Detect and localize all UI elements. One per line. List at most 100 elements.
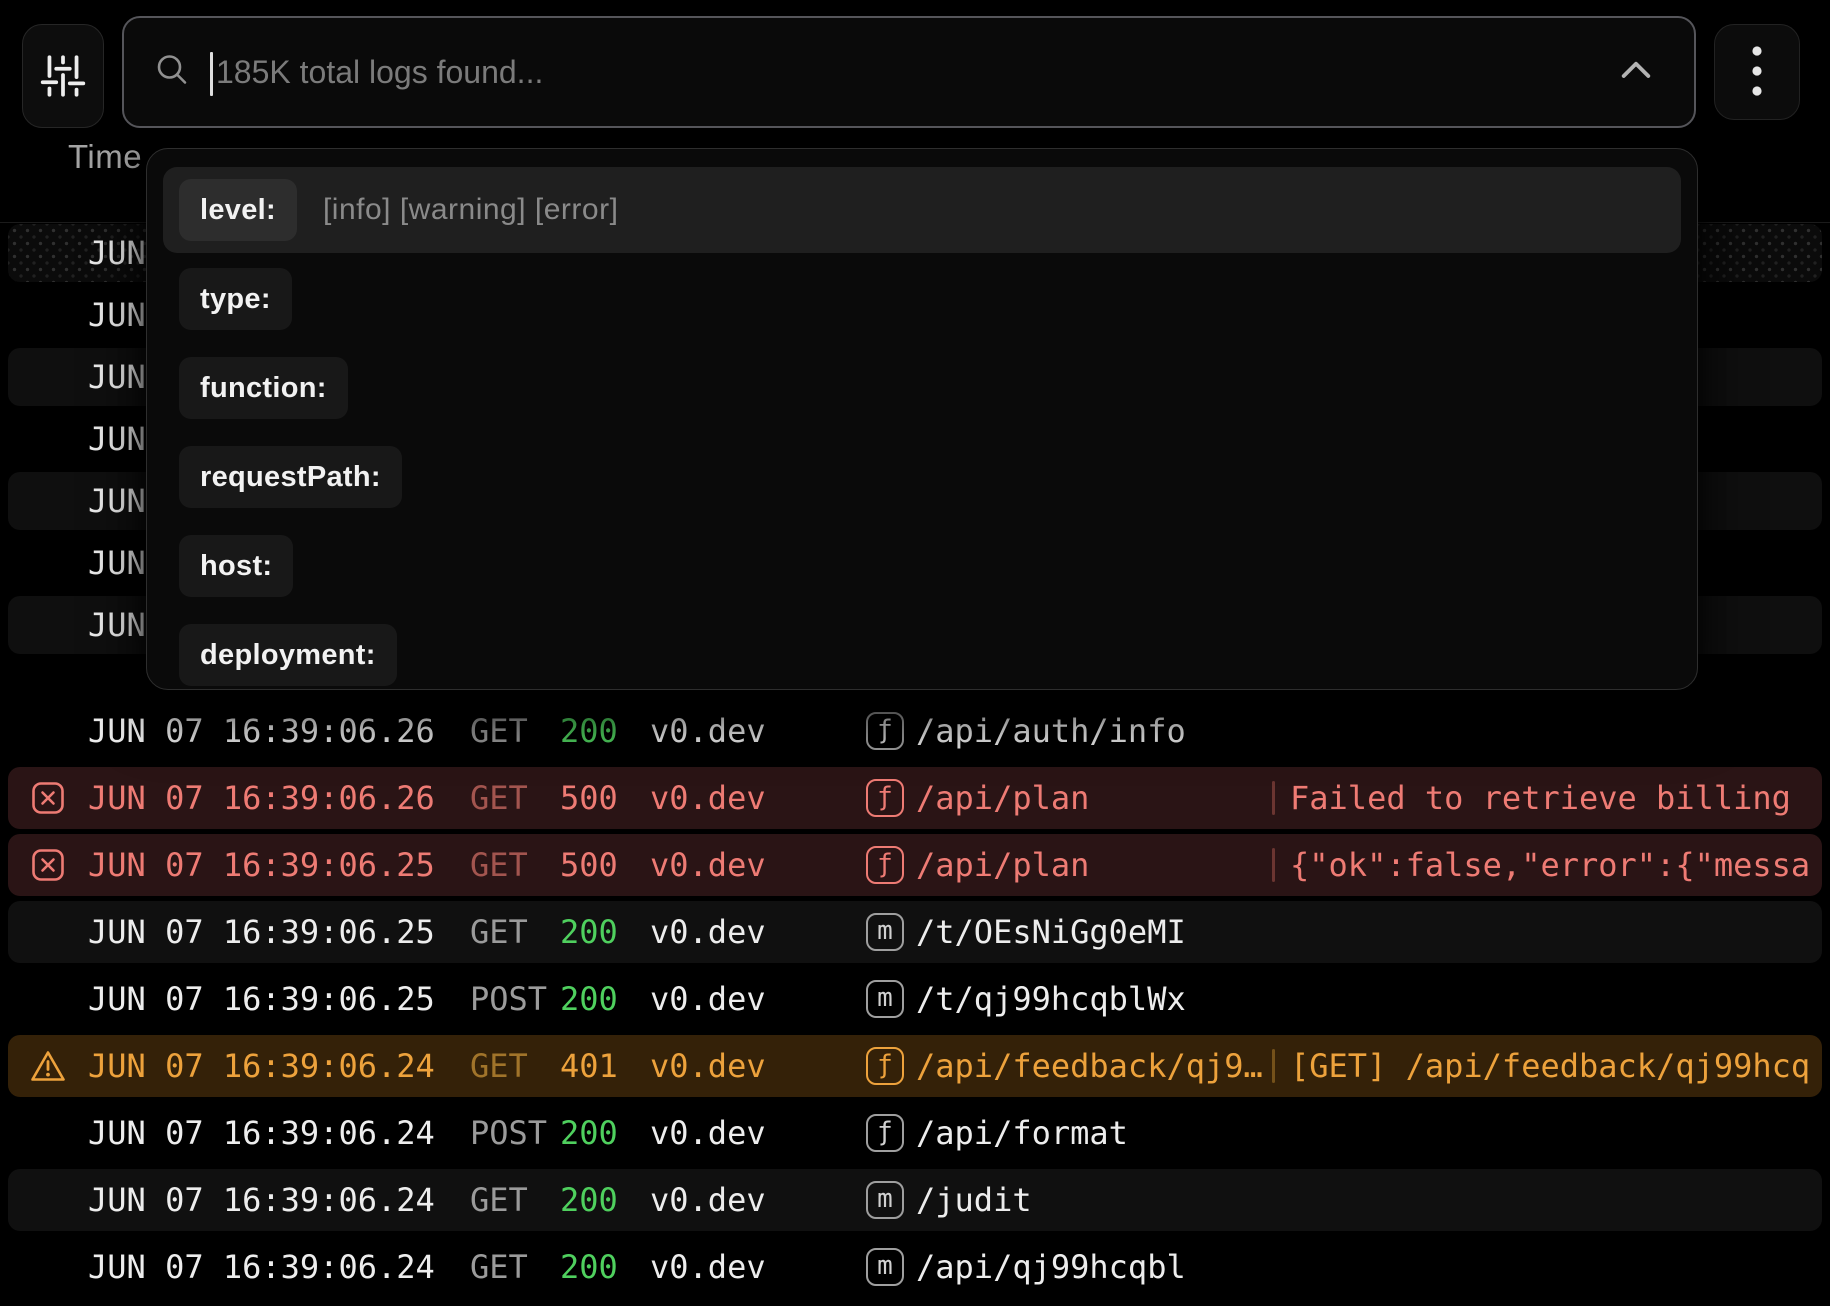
log-status: 401 [560, 1035, 618, 1097]
filter-suggestion-type[interactable]: type: [163, 256, 1681, 342]
source-glyph: ƒ [877, 1119, 893, 1145]
filter-button[interactable] [22, 24, 104, 128]
log-host: v0.dev [650, 1169, 766, 1231]
search-icon [154, 52, 190, 93]
log-request-path: /t/qj99hcqblWx [916, 968, 1186, 1030]
message-divider [1272, 848, 1275, 882]
filter-key-pill: requestPath: [179, 446, 402, 508]
filter-suggestion-requestPath[interactable]: requestPath: [163, 434, 1681, 520]
log-method: GET [470, 901, 528, 963]
log-request-path: /api/plan [916, 834, 1089, 896]
source-glyph: ƒ [877, 851, 893, 877]
source-glyph: m [877, 1186, 893, 1212]
log-timestamp: JUN 07 16:39:06.24 [88, 1169, 435, 1231]
source-glyph: m [877, 1253, 893, 1279]
filter-key-pill: function: [179, 357, 348, 419]
log-host: v0.dev [650, 767, 766, 829]
middleware-icon: m [866, 1248, 904, 1286]
middleware-icon: m [866, 913, 904, 951]
log-host: v0.dev [650, 1035, 766, 1097]
log-timestamp: JUN 07 16:39:06.26 [88, 700, 435, 762]
x-square-icon [30, 780, 66, 816]
log-row[interactable]: JUN 07 16:39:06.24POST200v0.devƒ/api/for… [8, 1102, 1822, 1164]
filter-suggestion-host[interactable]: host: [163, 523, 1681, 609]
log-request-path: /api/auth/info [916, 700, 1186, 762]
filter-suggestion-deployment[interactable]: deployment: [163, 612, 1681, 690]
kebab-menu-icon [1748, 42, 1766, 103]
filter-key-pill: level: [179, 179, 297, 241]
source-glyph: ƒ [877, 784, 893, 810]
log-request-path: /api/plan [916, 767, 1089, 829]
warning-triangle-icon [30, 1048, 66, 1084]
log-timestamp: JUN 07 16:39:06.25 [88, 968, 435, 1030]
message-divider [1272, 781, 1275, 815]
sliders-icon [38, 50, 88, 103]
log-method: GET [470, 834, 528, 896]
source-glyph: m [877, 985, 893, 1011]
log-host: v0.dev [650, 834, 766, 896]
log-timestamp: JUN [88, 472, 146, 530]
search-suggestions-panel: level: [info] [warning] [error] type: funct… [146, 148, 1698, 690]
source-glyph: ƒ [877, 1052, 893, 1078]
source-glyph: ƒ [877, 717, 893, 743]
message-divider [1272, 1049, 1275, 1083]
middleware-icon: m [866, 980, 904, 1018]
function-icon: ƒ [866, 846, 904, 884]
log-host: v0.dev [650, 901, 766, 963]
column-header-time: Time [68, 138, 142, 176]
log-request-path: /api/feedback/qj9… [916, 1035, 1263, 1097]
log-method: GET [470, 1169, 528, 1231]
collapse-suggestions-button[interactable] [1614, 50, 1658, 94]
log-timestamp: JUN 07 16:39:06.24 [88, 1035, 435, 1097]
log-row[interactable]: JUN 07 16:39:06.24GET200v0.devm/judit [8, 1169, 1822, 1231]
log-timestamp: JUN 07 16:39:06.24 [88, 1236, 435, 1298]
log-request-path: /api/qj99hcqbl [916, 1236, 1186, 1298]
log-row[interactable]: JUN 07 16:39:06.24GET401v0.devƒ/api/feed… [8, 1035, 1822, 1097]
log-status: 500 [560, 767, 618, 829]
log-host: v0.dev [650, 1102, 766, 1164]
source-glyph: m [877, 918, 893, 944]
chevron-up-icon [1617, 52, 1655, 93]
log-status: 200 [560, 968, 618, 1030]
log-row[interactable]: JUN 07 16:39:06.26GET500v0.devƒ/api/plan… [8, 767, 1822, 829]
filter-hint: [info] [warning] [error] [323, 193, 618, 227]
log-timestamp: JUN [88, 224, 146, 282]
log-timestamp: JUN 07 16:39:06.25 [88, 901, 435, 963]
log-request-path: /t/OEsNiGg0eMI [916, 901, 1186, 963]
log-status: 500 [560, 834, 618, 896]
log-row[interactable]: JUN 07 16:39:06.24 GET 200 v0.dev m/api/qj99… [8, 1236, 1822, 1298]
filter-key-pill: type: [179, 268, 292, 330]
log-timestamp: JUN [88, 348, 146, 406]
log-request-path: /api/format [916, 1102, 1128, 1164]
log-method: GET [470, 1236, 528, 1298]
function-icon: ƒ [866, 712, 904, 750]
log-message: {"ok":false,"error":{"messa [1290, 834, 1810, 896]
log-status: 200 [560, 1102, 618, 1164]
log-timestamp: JUN 07 16:39:06.25 [88, 834, 435, 896]
log-row[interactable]: JUN 07 16:39:06.25GET200v0.devm/t/OEsNiG… [8, 901, 1822, 963]
log-row[interactable]: JUN 07 16:39:06.25 POST200 v0.dev m/t/qj99h… [8, 968, 1822, 1030]
logs-page: Time JUNJUNJUNJUNJUNJUNJUN JUN 07 16:39:… [0, 0, 1830, 1306]
search-input[interactable] [216, 18, 1636, 126]
log-host: v0.dev [650, 1236, 766, 1298]
function-icon: ƒ [866, 1114, 904, 1152]
function-icon: ƒ [866, 779, 904, 817]
filter-key-pill: deployment: [179, 624, 397, 686]
filter-suggestion-function[interactable]: function: [163, 345, 1681, 431]
log-timestamp: JUN [88, 596, 146, 654]
log-request-path: /judit [916, 1169, 1032, 1231]
log-status: 200 [560, 700, 618, 762]
log-method: GET [470, 700, 528, 762]
more-options-button[interactable] [1714, 24, 1800, 120]
log-timestamp: JUN [88, 534, 146, 592]
log-row[interactable]: JUN 07 16:39:06.25 GET 500 v0.dev ƒ/api/plan… [8, 834, 1822, 896]
x-square-icon [30, 847, 66, 883]
log-row[interactable]: JUN 07 16:39:06.26GET200v0.devƒ/api/auth… [8, 700, 1822, 762]
log-method: POST [470, 968, 547, 1030]
filter-suggestion-level[interactable]: level: [info] [warning] [error] [163, 167, 1681, 253]
log-method: GET [470, 767, 528, 829]
log-status: 200 [560, 1236, 618, 1298]
log-host: v0.dev [650, 968, 766, 1030]
log-timestamp: JUN 07 16:39:06.24 [88, 1102, 435, 1164]
log-message: Failed to retrieve billing [1290, 767, 1791, 829]
